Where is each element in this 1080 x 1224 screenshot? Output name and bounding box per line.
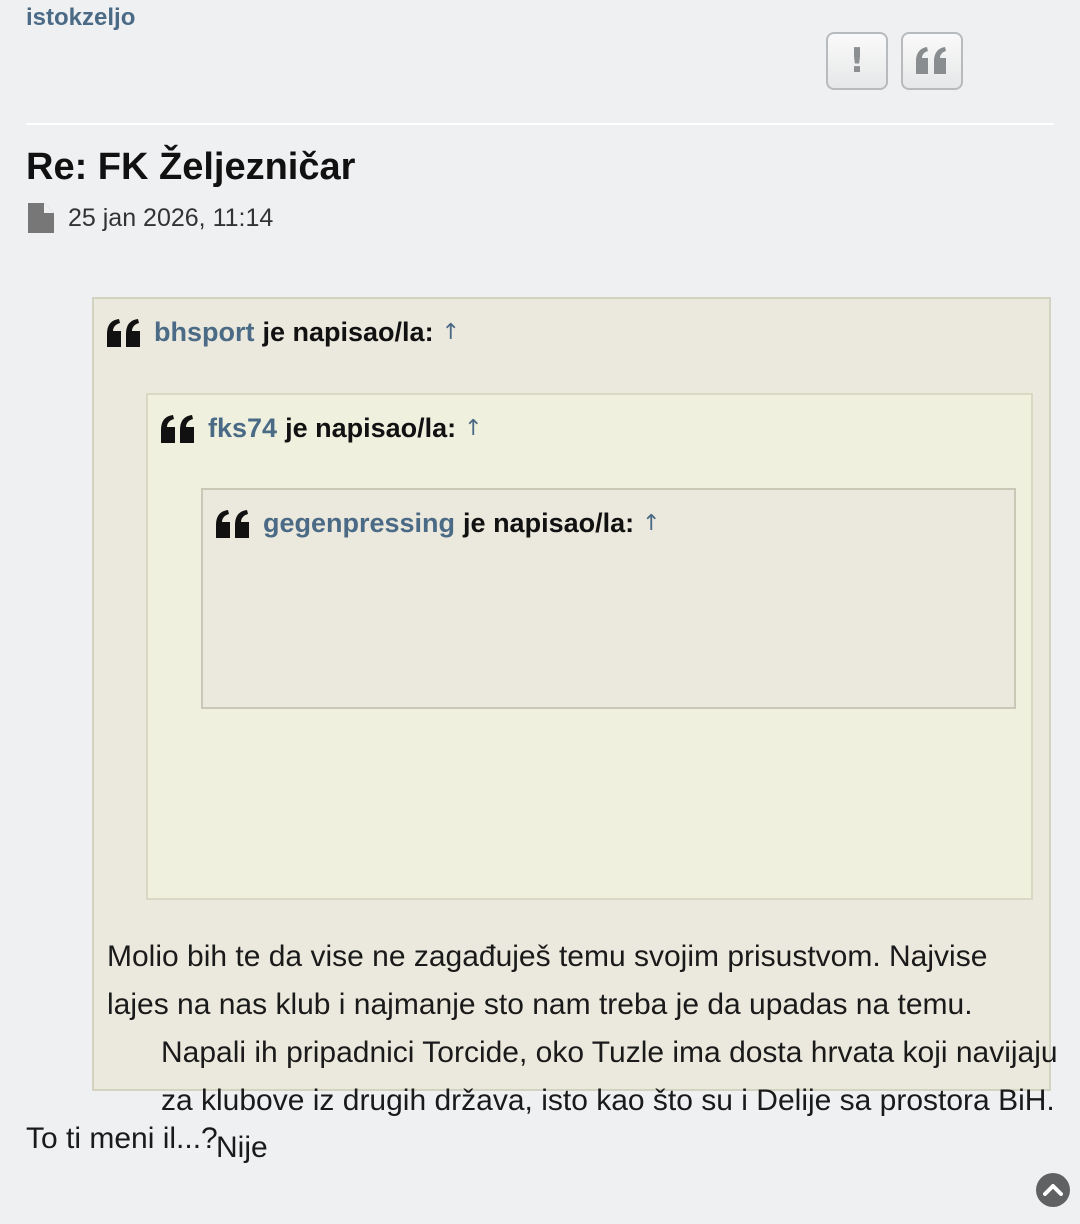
post-container: istokzeljo ! Re: FK Željezničar 25 jan 2… xyxy=(0,0,1080,1224)
quote-cite: fks74 je napisao/la: ↑ xyxy=(160,413,483,444)
quote-block-gegenpressing: gegenpressing je napisao/la: ↑ Nije xyxy=(201,488,1016,1164)
quote-icon xyxy=(107,318,140,347)
quote-block-bhsport: bhsport je napisao/la: ↑ fks74 je napisa… xyxy=(92,297,1058,1164)
back-to-top-button[interactable] xyxy=(1036,1173,1070,1207)
quote-block-fks74: fks74 je napisao/la: ↑ gegenpressing je … xyxy=(146,393,1058,1164)
quote-wrote-label: je napisao/la: xyxy=(463,508,635,538)
post-author-link[interactable]: istokzeljo xyxy=(26,4,135,32)
post-date: 25 jan 2026, 11:14 xyxy=(68,203,274,232)
exclamation-icon: ! xyxy=(849,41,865,81)
quote-text: Nije xyxy=(216,1131,268,1164)
quote-author-link[interactable]: gegenpressing xyxy=(263,508,455,539)
quote-text: Napali ih pripadnici Torcide, oko Tuzle … xyxy=(161,1036,1058,1117)
quote-wrote-label: je napisao/la: xyxy=(285,413,457,443)
chevron-up-icon xyxy=(1043,1184,1063,1196)
post-title[interactable]: Re: FK Željezničar xyxy=(26,146,355,189)
jump-to-post-arrow[interactable]: ↑ xyxy=(642,511,660,536)
jump-to-post-arrow[interactable]: ↑ xyxy=(442,320,460,345)
quote-cite: gegenpressing je napisao/la: ↑ xyxy=(215,508,661,539)
post-body-text: To ti meni il...? xyxy=(26,1122,218,1155)
quote-author-link[interactable]: bhsport xyxy=(154,317,255,348)
quote-author-link[interactable]: fks74 xyxy=(208,413,277,444)
jump-to-post-arrow[interactable]: ↑ xyxy=(464,416,482,441)
file-icon[interactable] xyxy=(28,203,54,233)
quote-wrote-label: je napisao/la: xyxy=(262,317,434,347)
quote-icon xyxy=(916,47,946,74)
quote-text: Molio bih te da vise ne zagađuješ temu s… xyxy=(107,940,988,1021)
quote-button[interactable] xyxy=(901,32,963,90)
quote-icon xyxy=(161,414,194,443)
quote-icon xyxy=(216,509,249,538)
post-meta: 25 jan 2026, 11:14 xyxy=(28,203,273,233)
post-divider xyxy=(26,123,1054,125)
report-button[interactable]: ! xyxy=(826,32,888,90)
quote-cite: bhsport je napisao/la: ↑ xyxy=(106,317,460,348)
